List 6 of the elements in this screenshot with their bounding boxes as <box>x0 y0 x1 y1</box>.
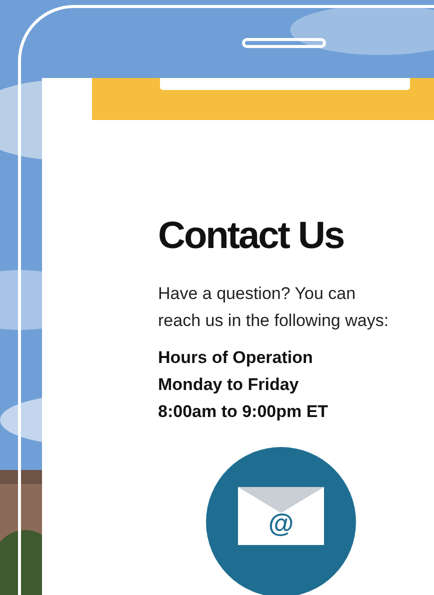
hours-line: Hours of Operation <box>158 347 313 369</box>
email-symbol: @ <box>268 506 294 540</box>
hours-line: 8:00am to 9:00pm ET <box>158 401 328 423</box>
page-title: Contact Us <box>158 214 344 259</box>
intro-text: Have a question? You can reach us in the following ways: <box>158 283 390 332</box>
hours-line: Monday to Friday <box>158 374 299 396</box>
